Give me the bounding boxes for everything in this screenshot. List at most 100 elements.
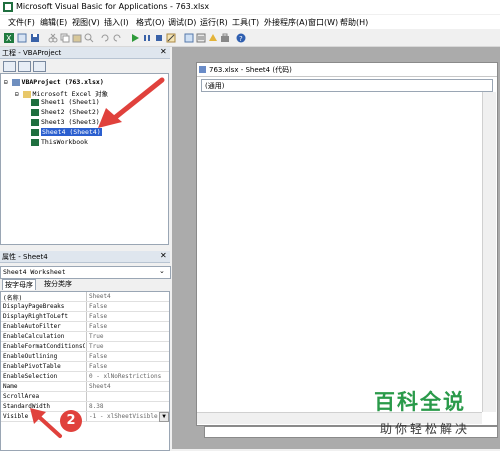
paste-icon[interactable]	[72, 33, 82, 43]
copy-icon[interactable]	[60, 33, 70, 43]
toggle-folders-icon[interactable]	[33, 61, 46, 72]
property-value[interactable]: -1 - xlSheetVisible	[89, 413, 167, 420]
redo-icon[interactable]	[112, 33, 122, 43]
properties-window-icon[interactable]	[196, 33, 206, 43]
tree-node-vbaproject[interactable]: ⊟ VBAProject (763.xlsx)	[4, 78, 104, 86]
insert-module-icon[interactable]	[17, 33, 27, 43]
property-name: ScrollArea	[3, 393, 40, 400]
folder-icon	[22, 90, 31, 98]
property-value[interactable]: False	[89, 323, 167, 330]
property-name: EnableFormatConditionsCa	[3, 343, 85, 350]
property-name: Name	[3, 383, 18, 390]
property-value[interactable]: Sheet4	[89, 383, 167, 390]
property-name: EnablePivotTable	[3, 363, 61, 370]
menu-window[interactable]: 窗口(W)	[308, 17, 338, 28]
property-row[interactable]: EnablePivotTable False	[1, 362, 169, 372]
annotation-arrow-icon	[98, 77, 165, 128]
menu-tools[interactable]: 工具(T)	[232, 17, 259, 28]
property-value[interactable]: 8.38	[89, 403, 167, 410]
property-name: EnableSelection	[3, 373, 58, 380]
property-row[interactable]: ScrollArea	[1, 392, 169, 402]
save-icon[interactable]	[30, 33, 40, 43]
code-window-title: 763.xlsx - Sheet4 (代码)	[209, 66, 292, 74]
watermark-title: 百科全说	[374, 390, 466, 414]
chevron-down-icon[interactable]: ⌄	[159, 267, 165, 275]
vba-project-icon	[11, 78, 20, 86]
watermark-logo: 百科全说 助你轻松解决	[370, 386, 490, 444]
run-icon[interactable]	[130, 33, 140, 43]
tab-categorized[interactable]: 按分类序	[42, 279, 74, 289]
design-mode-icon[interactable]	[166, 33, 176, 43]
undo-icon[interactable]	[100, 33, 110, 43]
object-combo-value: (通用)	[205, 82, 225, 90]
property-name: EnableOutlining	[3, 353, 58, 360]
menu-format[interactable]: 格式(O)	[136, 17, 165, 28]
property-name: DisplayPageBreaks	[3, 303, 65, 310]
property-value[interactable]: False	[89, 353, 167, 360]
menu-help[interactable]: 帮助(H)	[340, 17, 368, 28]
excel-view-icon[interactable]: X	[4, 33, 14, 43]
property-row[interactable]: EnableAutoFilter False	[1, 322, 169, 332]
property-row[interactable]: DisplayPageBreaks False	[1, 302, 169, 312]
menu-addins[interactable]: 外接程序(A)	[264, 17, 308, 28]
property-value[interactable]: Sheet4	[89, 293, 167, 300]
cut-icon[interactable]	[48, 33, 58, 43]
property-value[interactable]: False	[89, 363, 167, 370]
tree-node-label: ThisWorkbook	[41, 138, 88, 146]
properties-pane-header: 属性 - Sheet4 ✕	[0, 251, 170, 263]
project-pane-header: 工程 - VBAProject ✕	[0, 47, 170, 59]
worksheet-icon	[31, 118, 39, 126]
worksheet-icon	[31, 98, 39, 106]
property-name: (名称)	[3, 295, 23, 302]
standard-toolbar: X ?	[0, 30, 500, 47]
property-name: EnableAutoFilter	[3, 323, 61, 330]
window-title: Microsoft Visual Basic for Applications …	[16, 2, 210, 11]
property-row[interactable]: DisplayRightToLeft False	[1, 312, 169, 322]
property-name: EnableCalculation	[3, 333, 65, 340]
object-combo[interactable]: (通用)	[201, 79, 493, 92]
find-icon[interactable]	[84, 33, 94, 43]
title-bar: Microsoft Visual Basic for Applications …	[0, 0, 500, 14]
menu-insert[interactable]: 插入(I)	[104, 17, 129, 28]
property-name: DisplayRightToLeft	[3, 313, 69, 320]
project-explorer-icon[interactable]	[184, 33, 194, 43]
property-row[interactable]: (名称) Sheet4	[1, 292, 169, 302]
property-value[interactable]: True	[89, 333, 167, 340]
workbook-icon	[31, 138, 39, 146]
tab-alphabetic[interactable]: 按字母序	[2, 279, 36, 290]
menu-view[interactable]: 视图(V)	[72, 17, 100, 28]
reset-icon[interactable]	[154, 33, 164, 43]
object-browser-icon[interactable]	[208, 33, 218, 43]
menu-run[interactable]: 运行(R)	[200, 17, 228, 28]
watermark-subtitle: 助你轻松解决	[380, 422, 471, 436]
menu-edit[interactable]: 编辑(E)	[40, 17, 67, 28]
menu-file[interactable]: 文件(F)	[8, 17, 35, 28]
property-row[interactable]: EnableSelection 0 - xlNoRestrictions	[1, 372, 169, 382]
tree-node-thisworkbook[interactable]: ThisWorkbook	[31, 138, 88, 146]
chevron-down-icon[interactable]: ▼	[159, 412, 169, 422]
property-row[interactable]: Name Sheet4	[1, 382, 169, 392]
menu-bar: 文件(F) 编辑(E) 视图(V) 插入(I) 格式(O) 调试(D) 运行(R…	[0, 15, 500, 29]
help-icon[interactable]: ?	[236, 33, 246, 43]
toolbox-icon[interactable]	[220, 33, 230, 43]
property-value[interactable]: 0 - xlNoRestrictions	[89, 373, 167, 380]
close-icon[interactable]: ✕	[160, 47, 167, 56]
property-row[interactable]: EnableOutlining False	[1, 352, 169, 362]
close-icon[interactable]: ✕	[160, 251, 167, 260]
vertical-scrollbar[interactable]	[482, 92, 496, 412]
property-value[interactable]: False	[89, 313, 167, 320]
property-row[interactable]: EnableFormatConditionsCa True	[1, 342, 169, 352]
worksheet-icon	[31, 108, 39, 116]
code-window-icon	[199, 66, 206, 73]
menu-debug[interactable]: 调试(D)	[168, 17, 196, 28]
property-value[interactable]: False	[89, 303, 167, 310]
break-icon[interactable]	[142, 33, 152, 43]
vba-app-icon	[3, 2, 13, 12]
properties-pane-title: 属性 - Sheet4	[2, 253, 48, 261]
view-object-icon[interactable]	[18, 61, 31, 72]
view-code-icon[interactable]	[3, 61, 16, 72]
svg-text:X: X	[6, 34, 12, 43]
property-value[interactable]: True	[89, 343, 167, 350]
property-row[interactable]: EnableCalculation True	[1, 332, 169, 342]
object-selector-combo[interactable]: Sheet4 Worksheet ⌄	[0, 266, 171, 279]
